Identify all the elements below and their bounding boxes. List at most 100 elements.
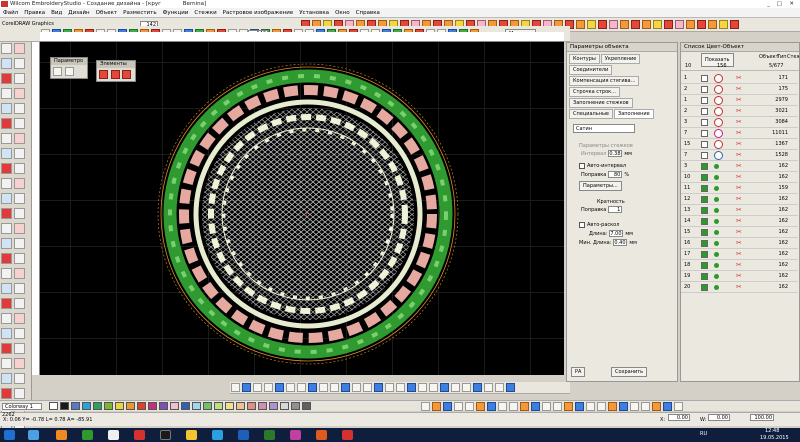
toolbox-tool-42[interactable] <box>1 358 12 369</box>
stitch-tool-button-39[interactable] <box>730 20 739 29</box>
tab-0[interactable]: Контуры <box>569 54 600 64</box>
palette-tool-button-13[interactable] <box>564 402 573 411</box>
palette-tool-button-8[interactable] <box>509 402 518 411</box>
bottom-tool-button-22[interactable] <box>473 383 482 392</box>
palette-tool-button-16[interactable] <box>597 402 606 411</box>
maximize-button[interactable]: □ <box>777 0 782 8</box>
toolbox-tool-30[interactable] <box>1 268 12 279</box>
toolbox-tool-15[interactable] <box>14 148 25 159</box>
toolbox-tool-34[interactable] <box>1 298 12 309</box>
tab-6[interactable]: Специальные <box>569 109 613 119</box>
pencil-icon[interactable] <box>53 67 62 76</box>
taskbar-app-icon-6[interactable] <box>160 430 171 440</box>
toolbox-tool-6[interactable] <box>1 88 12 99</box>
toolbox-tool-31[interactable] <box>14 268 25 279</box>
bottom-tool-button-0[interactable] <box>231 383 240 392</box>
palette-tool-button-11[interactable] <box>542 402 551 411</box>
tab-3[interactable]: Компенсация стягива... <box>569 76 640 86</box>
bottom-tool-button-6[interactable] <box>297 383 306 392</box>
taskbar-app-icon-7[interactable] <box>186 430 197 440</box>
toolbox-tool-32[interactable] <box>1 283 12 294</box>
palette-tool-button-0[interactable] <box>421 402 430 411</box>
bottom-tool-button-14[interactable] <box>385 383 394 392</box>
taskbar-app-icon-10[interactable] <box>264 430 275 440</box>
palette-swatch-23[interactable] <box>302 402 311 410</box>
toolbox-tool-23[interactable] <box>14 208 25 219</box>
color-list-row[interactable]: 12 ✂ 162 <box>681 194 798 205</box>
toolbox-tool-33[interactable] <box>14 283 25 294</box>
toolbox-tool-43[interactable] <box>14 358 25 369</box>
language-indicator[interactable]: RU <box>700 431 707 437</box>
toolbox-tool-29[interactable] <box>14 253 25 264</box>
bottom-tool-button-19[interactable] <box>440 383 449 392</box>
palette-swatch-2[interactable] <box>71 402 80 410</box>
stitch-tool-button-30[interactable] <box>631 20 640 29</box>
toolbox-tool-3[interactable] <box>14 58 25 69</box>
element-icon-3[interactable] <box>122 70 131 79</box>
auto-split-checkbox[interactable] <box>579 221 585 228</box>
toolbox-tool-38[interactable] <box>1 328 12 339</box>
palette-swatch-3[interactable] <box>82 402 91 410</box>
taskbar-app-icon-3[interactable] <box>82 430 93 440</box>
taskbar-app-icon-9[interactable] <box>238 430 249 440</box>
palette-swatch-12[interactable] <box>181 402 190 410</box>
stitch-tool-button-32[interactable] <box>653 20 662 29</box>
bottom-tool-button-24[interactable] <box>495 383 504 392</box>
palette-tool-button-6[interactable] <box>487 402 496 411</box>
bottom-tool-button-17[interactable] <box>418 383 427 392</box>
toolbox-tool-24[interactable] <box>1 223 12 234</box>
stitch-type-select[interactable]: Сатин <box>573 124 635 133</box>
color-list-row[interactable]: 18 ✂ 162 <box>681 260 798 271</box>
min-length-field[interactable]: 0.40 <box>613 239 628 246</box>
palette-tool-button-3[interactable] <box>454 402 463 411</box>
stitch-tool-button-28[interactable] <box>609 20 618 29</box>
toolbox-tool-35[interactable] <box>14 298 25 309</box>
color-list-row[interactable]: 2 ✂ 175 <box>681 84 798 95</box>
palette-swatch-7[interactable] <box>126 402 135 410</box>
color-list-row[interactable]: 20 ✂ 162 <box>681 282 798 293</box>
palette-swatch-9[interactable] <box>148 402 157 410</box>
palette-tool-button-7[interactable] <box>498 402 507 411</box>
toolbox-tool-16[interactable] <box>1 163 12 174</box>
palette-tool-button-20[interactable] <box>641 402 650 411</box>
palette-tool-button-5[interactable] <box>476 402 485 411</box>
palette-swatch-4[interactable] <box>93 402 102 410</box>
toolbox-tool-37[interactable] <box>14 313 25 324</box>
color-list-row[interactable]: 16 ✂ 162 <box>681 238 798 249</box>
toolbox-tool-18[interactable] <box>1 178 12 189</box>
start-icon[interactable] <box>4 430 15 440</box>
save-button[interactable]: Сохранить <box>611 367 648 377</box>
brush-icon[interactable] <box>65 67 74 76</box>
palette-tool-button-22[interactable] <box>663 402 672 411</box>
pct-field-1[interactable]: 100.00 <box>750 414 774 421</box>
menu-item-6[interactable]: Функции <box>163 8 189 17</box>
toolbox-tool-10[interactable] <box>1 118 12 129</box>
w-field[interactable]: 0.00 <box>708 414 730 421</box>
bottom-tool-button-4[interactable] <box>275 383 284 392</box>
taskbar-app-icon-12[interactable] <box>316 430 327 440</box>
palette-tool-button-14[interactable] <box>575 402 584 411</box>
bottom-tool-button-2[interactable] <box>253 383 262 392</box>
design-canvas[interactable]: + <box>40 42 564 375</box>
bottom-tool-button-21[interactable] <box>462 383 471 392</box>
menu-item-8[interactable]: Растровое изображение <box>223 8 294 17</box>
auto-interval-checkbox[interactable] <box>579 162 585 169</box>
minimize-button[interactable]: _ <box>767 0 770 8</box>
palette-tool-button-1[interactable] <box>432 402 441 411</box>
toolbox-tool-7[interactable] <box>14 88 25 99</box>
palette-tool-button-9[interactable] <box>520 402 529 411</box>
toolbox-tool-17[interactable] <box>14 163 25 174</box>
palette-tool-button-19[interactable] <box>630 402 639 411</box>
tab-2[interactable]: Соединители <box>569 65 613 75</box>
toolbox-tool-4[interactable] <box>1 73 12 84</box>
palette-swatch-18[interactable] <box>247 402 256 410</box>
menu-item-9[interactable]: Установка <box>299 8 329 17</box>
palette-swatch-17[interactable] <box>236 402 245 410</box>
color-list-row[interactable]: 1 ✂ 171 <box>681 73 798 84</box>
toolbox-tool-1[interactable] <box>14 43 25 54</box>
bottom-tool-button-1[interactable] <box>242 383 251 392</box>
palette-swatch-5[interactable] <box>104 402 113 410</box>
bottom-tool-button-9[interactable] <box>330 383 339 392</box>
palette-swatch-21[interactable] <box>280 402 289 410</box>
toolbox-tool-36[interactable] <box>1 313 12 324</box>
